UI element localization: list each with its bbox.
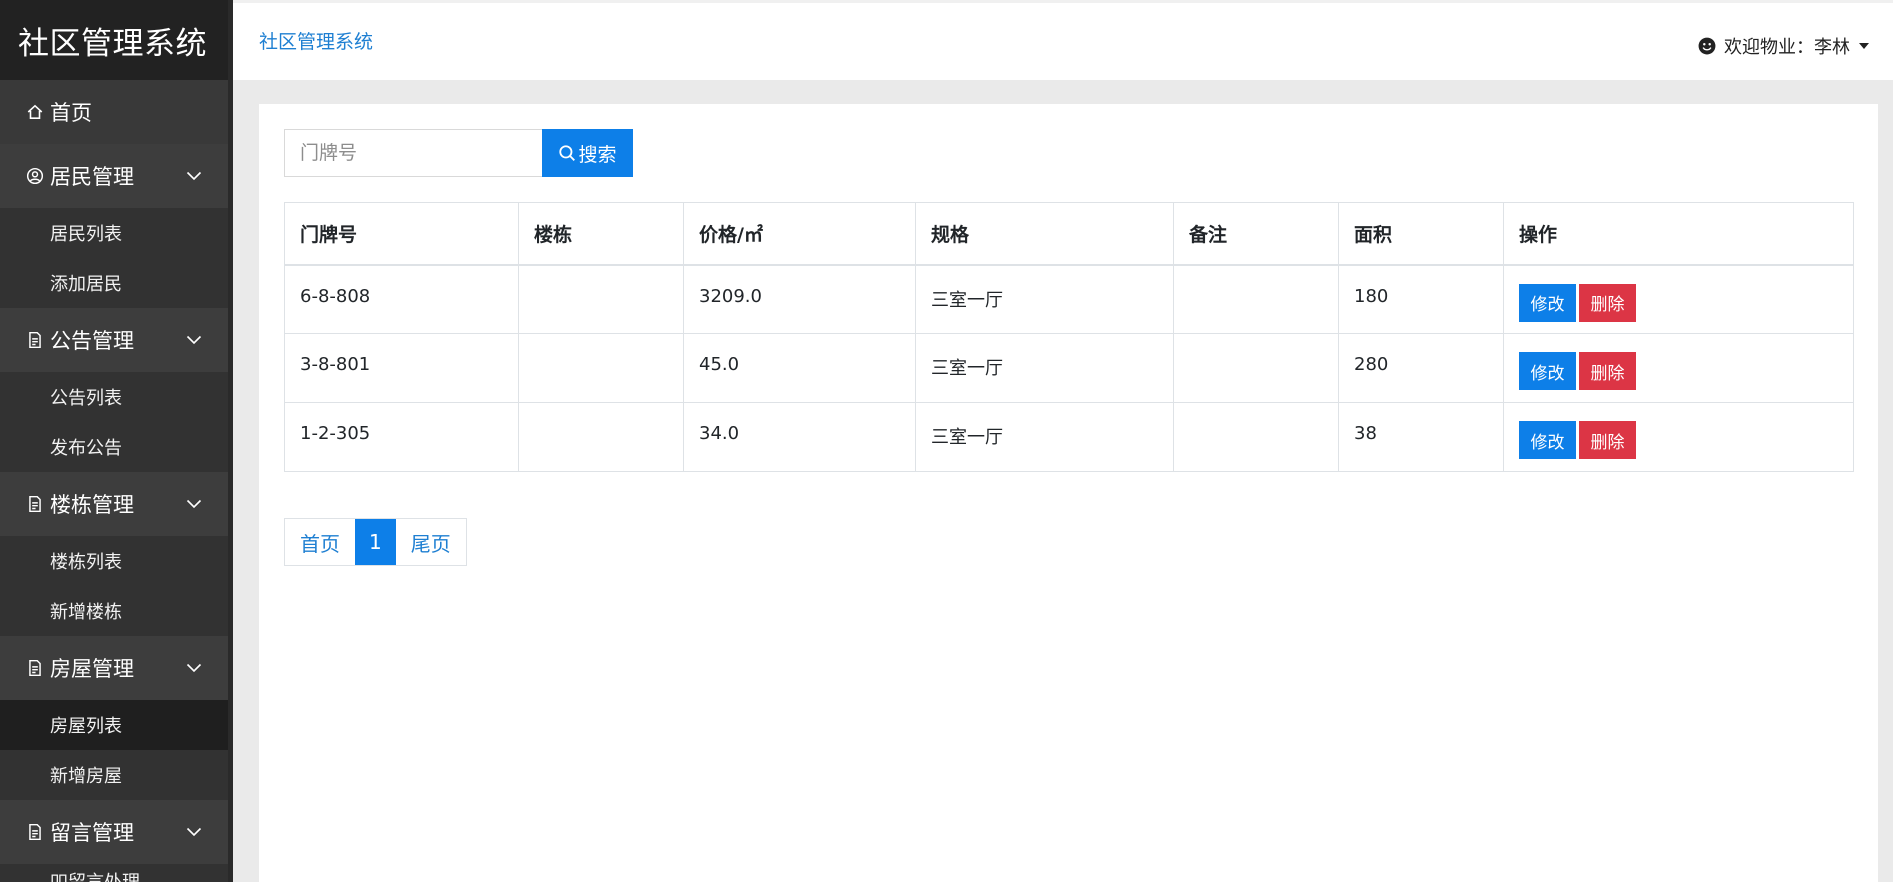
cell-price: 34.0	[683, 402, 916, 472]
table-row: 3-8-801 45.0 三室一厅 280 修改 删除	[284, 333, 1854, 403]
column-header-area: 面积	[1338, 202, 1504, 266]
user-greeting: 欢迎物业：李林	[1724, 37, 1850, 58]
cell-actions: 修改 删除	[1503, 402, 1854, 472]
cell-house-number: 6-8-808	[284, 264, 519, 334]
document-icon	[29, 823, 41, 841]
sidebar: 社区管理系统 首页 居民管理 居民列表 添加居民 公告管理 公告列表 发布公告 …	[0, 0, 233, 882]
search-bar: 搜索	[284, 129, 633, 177]
pagination: 首页 1 尾页	[284, 518, 467, 566]
cell-actions: 修改 删除	[1503, 333, 1854, 403]
search-button[interactable]: 搜索	[542, 129, 633, 177]
breadcrumb[interactable]: 社区管理系统	[259, 27, 373, 54]
user-circle-icon	[26, 167, 44, 185]
chevron-down-icon	[186, 663, 202, 673]
edit-button[interactable]: 修改	[1519, 283, 1576, 322]
cell-price: 45.0	[683, 333, 916, 403]
column-header-house-number: 门牌号	[284, 202, 519, 266]
column-header-actions: 操作	[1503, 202, 1854, 266]
delete-button[interactable]: 删除	[1579, 352, 1636, 390]
cell-area: 38	[1338, 402, 1504, 472]
pagination-last-link[interactable]: 尾页	[396, 519, 466, 565]
document-icon	[29, 331, 41, 349]
sidebar-item-resident-list[interactable]: 居民列表	[0, 208, 228, 258]
top-header: 社区管理系统 欢迎物业：李林	[233, 0, 1893, 80]
content-card: 搜索 门牌号 楼栋 价格/㎡ 规格 备注 面积 操作 6-8-808 3209.…	[259, 104, 1878, 882]
sidebar-item-add-house[interactable]: 新增房屋	[0, 750, 228, 800]
delete-button[interactable]: 删除	[1579, 283, 1636, 322]
sidebar-item-add-resident[interactable]: 添加居民	[0, 258, 228, 308]
sidebar-group-label: 公告管理	[50, 329, 134, 353]
document-icon	[29, 495, 41, 513]
search-button-label: 搜索	[578, 143, 617, 166]
sidebar-group-label: 楼栋管理	[50, 493, 134, 517]
edit-button[interactable]: 修改	[1519, 421, 1576, 459]
sidebar-item-label: 首页	[50, 101, 92, 125]
column-header-layout: 规格	[915, 202, 1174, 266]
cell-building	[518, 264, 684, 334]
pagination-first-link[interactable]: 首页	[285, 519, 355, 565]
sidebar-item-house-list[interactable]: 房屋列表	[0, 700, 228, 750]
cell-house-number: 1-2-305	[284, 402, 519, 472]
cell-house-number: 3-8-801	[284, 333, 519, 403]
sidebar-group-notices[interactable]: 公告管理	[0, 308, 228, 372]
caret-down-icon	[1859, 43, 1869, 49]
chevron-down-icon	[186, 171, 202, 181]
cell-layout: 三室一厅	[915, 264, 1174, 334]
cell-price: 3209.0	[683, 264, 916, 334]
sidebar-group-label: 房屋管理	[50, 657, 134, 681]
house-table: 门牌号 楼栋 价格/㎡ 规格 备注 面积 操作 6-8-808 3209.0 三…	[284, 202, 1854, 472]
brand-title: 社区管理系统	[0, 0, 228, 80]
table-row: 1-2-305 34.0 三室一厅 38 修改 删除	[284, 402, 1854, 472]
cell-layout: 三室一厅	[915, 333, 1174, 403]
sidebar-group-label: 留言管理	[50, 821, 134, 845]
sidebar-group-label: 居民管理	[50, 165, 134, 189]
cell-remark	[1173, 402, 1339, 472]
sidebar-item-notice-list[interactable]: 公告列表	[0, 372, 228, 422]
sidebar-group-buildings[interactable]: 楼栋管理	[0, 472, 228, 536]
column-header-price: 价格/㎡	[683, 202, 916, 266]
column-header-building: 楼栋	[518, 202, 684, 266]
sidebar-group-residents[interactable]: 居民管理	[0, 144, 228, 208]
delete-button[interactable]: 删除	[1579, 421, 1636, 459]
chevron-down-icon	[186, 499, 202, 509]
cell-remark	[1173, 264, 1339, 334]
search-icon	[559, 145, 576, 161]
user-menu[interactable]: 欢迎物业：李林	[1698, 33, 1869, 59]
sidebar-item-building-list[interactable]: 楼栋列表	[0, 536, 228, 586]
home-icon	[27, 104, 43, 119]
cell-area: 180	[1338, 264, 1504, 334]
cell-building	[518, 402, 684, 472]
document-icon	[29, 659, 41, 677]
sidebar-item-home[interactable]: 首页	[0, 80, 228, 144]
table-header-row: 门牌号 楼栋 价格/㎡ 规格 备注 面积 操作	[284, 202, 1854, 266]
cell-remark	[1173, 333, 1339, 403]
smile-icon	[1698, 37, 1716, 55]
house-number-search-input[interactable]	[284, 129, 542, 177]
sidebar-group-messages[interactable]: 留言管理	[0, 800, 228, 864]
pagination-current-page[interactable]: 1	[355, 519, 396, 565]
sidebar-item-publish-notice[interactable]: 发布公告	[0, 422, 228, 472]
chevron-down-icon	[186, 827, 202, 837]
sidebar-item-message-handling[interactable]: 吅留言处理	[0, 864, 228, 882]
cell-area: 280	[1338, 333, 1504, 403]
table-row: 6-8-808 3209.0 三室一厅 180 修改 删除	[284, 264, 1854, 334]
cell-building	[518, 333, 684, 403]
cell-actions: 修改 删除	[1503, 264, 1854, 334]
sidebar-group-houses[interactable]: 房屋管理	[0, 636, 228, 700]
sidebar-item-add-building[interactable]: 新增楼栋	[0, 586, 228, 636]
edit-button[interactable]: 修改	[1519, 352, 1576, 390]
column-header-remark: 备注	[1173, 202, 1339, 266]
cell-layout: 三室一厅	[915, 402, 1174, 472]
chevron-down-icon	[186, 335, 202, 345]
